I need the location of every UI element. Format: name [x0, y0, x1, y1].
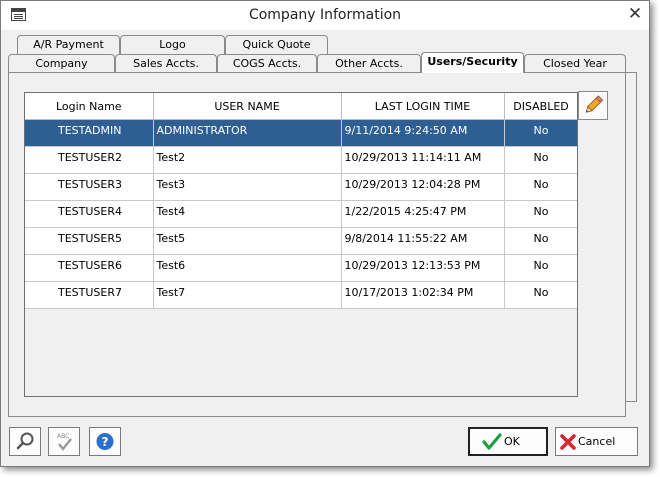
tab-logo[interactable]: Logo	[120, 35, 225, 54]
column-header-user-name[interactable]: USER NAME	[153, 93, 342, 120]
edit-user-button[interactable]	[578, 91, 608, 120]
spellcheck-button[interactable]: ABC	[48, 427, 80, 456]
x-icon	[560, 434, 576, 450]
user-name-cell: Test7	[153, 281, 342, 309]
login-name-cell: TESTUSER2	[25, 146, 154, 174]
login-name-cell: TESTUSER7	[25, 281, 154, 309]
last-login-cell: 10/29/2013 12:04:28 PM	[341, 173, 505, 201]
tab-ar-payment[interactable]: A/R Payment	[17, 35, 120, 54]
search-button[interactable]	[9, 427, 41, 456]
question-icon: ?	[96, 433, 114, 450]
table-row[interactable]: TESTUSER7 Test7 10/17/2013 1:02:34 PM No	[25, 281, 577, 309]
disabled-cell: No	[504, 200, 577, 228]
tab-other-accts[interactable]: Other Accts.	[317, 54, 421, 73]
last-login-cell: 1/22/2015 4:25:47 PM	[341, 200, 505, 228]
spellcheck-icon: ABC	[57, 433, 72, 451]
last-login-cell: 9/8/2014 11:55:22 AM	[341, 227, 505, 255]
cancel-label: Cancel	[578, 435, 616, 448]
column-header-disabled[interactable]: DISABLED	[504, 93, 577, 120]
user-name-cell: ADMINISTRATOR	[153, 119, 342, 147]
disabled-cell: No	[504, 146, 577, 174]
user-name-cell: Test6	[153, 254, 342, 282]
disabled-cell: No	[504, 254, 577, 282]
disabled-cell: No	[504, 281, 577, 309]
login-name-cell: TESTUSER6	[25, 254, 154, 282]
cancel-button[interactable]: Cancel	[555, 427, 638, 456]
disabled-cell: No	[504, 173, 577, 201]
ok-label: OK	[504, 435, 520, 448]
close-icon[interactable]: ✕	[625, 4, 645, 24]
tab-sales-accts[interactable]: Sales Accts.	[115, 54, 217, 73]
window-title: Company Information	[248, 7, 402, 23]
last-login-cell: 10/17/2013 1:02:34 PM	[341, 281, 505, 309]
last-login-cell: 9/11/2014 9:24:50 AM	[341, 119, 505, 147]
user-name-cell: Test2	[153, 146, 342, 174]
help-button[interactable]: ?	[89, 427, 121, 456]
login-name-cell: TESTUSER4	[25, 200, 154, 228]
login-name-cell: TESTUSER5	[25, 227, 154, 255]
tab-closed-year[interactable]: Closed Year	[524, 54, 626, 73]
tab-company[interactable]: Company	[8, 54, 115, 73]
svg-text:ABC: ABC	[57, 433, 69, 440]
user-name-cell: Test4	[153, 200, 342, 228]
pencil-icon	[585, 95, 604, 113]
table-row[interactable]: TESTUSER2 Test2 10/29/2013 11:14:11 AM N…	[25, 146, 577, 174]
last-login-cell: 10/29/2013 11:14:11 AM	[341, 146, 505, 174]
title-bar: Company Information ✕	[1, 1, 649, 30]
table-row[interactable]: TESTUSER3 Test3 10/29/2013 12:04:28 PM N…	[25, 173, 577, 201]
column-header-login-name[interactable]: Login Name	[25, 93, 154, 120]
login-name-cell: TESTUSER3	[25, 173, 154, 201]
column-header-last-login-time[interactable]: LAST LOGIN TIME	[341, 93, 505, 120]
user-name-cell: Test3	[153, 173, 342, 201]
table-row[interactable]: TESTUSER6 Test6 10/29/2013 12:13:53 PM N…	[25, 254, 577, 282]
tab-quick-quote[interactable]: Quick Quote	[225, 35, 328, 54]
disabled-cell: No	[504, 227, 577, 255]
users-table[interactable]: Login Name USER NAME LAST LOGIN TIME DIS…	[24, 92, 578, 397]
login-name-cell: TESTADMIN	[25, 119, 154, 147]
checkmark-icon	[482, 433, 502, 450]
table-row[interactable]: TESTADMIN ADMINISTRATOR 9/11/2014 9:24:5…	[25, 119, 577, 147]
magnifier-icon	[16, 432, 34, 450]
disabled-cell: No	[504, 119, 577, 147]
tab-users-security[interactable]: Users/Security	[421, 52, 524, 73]
ok-button[interactable]: OK	[468, 427, 548, 456]
tab-cogs-accts[interactable]: COGS Accts.	[217, 54, 317, 73]
table-row[interactable]: TESTUSER4 Test4 1/22/2015 4:25:47 PM No	[25, 200, 577, 228]
user-name-cell: Test5	[153, 227, 342, 255]
table-row[interactable]: TESTUSER5 Test5 9/8/2014 11:55:22 AM No	[25, 227, 577, 255]
last-login-cell: 10/29/2013 12:13:53 PM	[341, 254, 505, 282]
svg-text:?: ?	[102, 435, 109, 449]
